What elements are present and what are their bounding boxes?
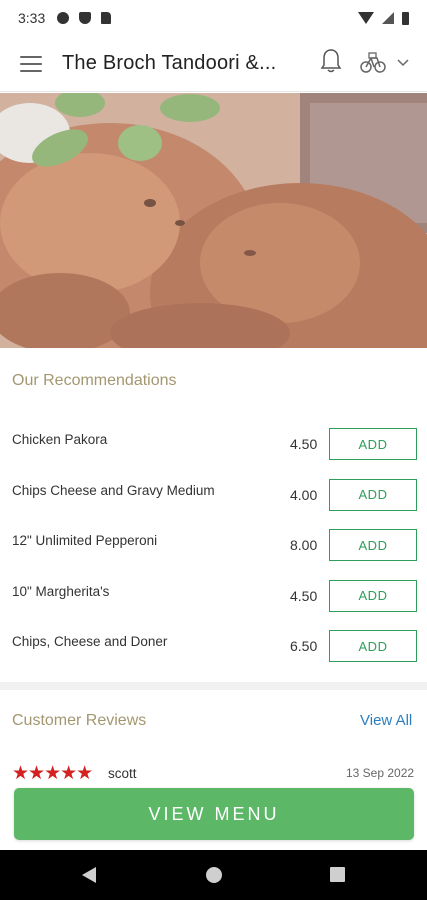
item-name: Chips, Cheese and Doner: [12, 634, 168, 649]
review-author: scott: [108, 766, 137, 781]
list-item: Chips, Cheese and Doner 6.50 ADD: [0, 616, 427, 667]
item-name: 12" Unlimited Pepperoni: [12, 533, 158, 548]
app-title: The Broch Tandoori &...: [62, 52, 277, 74]
app-bar: The Broch Tandoori &...: [0, 36, 427, 92]
wifi-icon: [358, 12, 374, 24]
gear-icon: [57, 12, 70, 24]
item-price: 8.00: [290, 537, 318, 553]
item-price: 4.00: [290, 486, 318, 503]
back-icon[interactable]: [82, 867, 96, 883]
add-button[interactable]: ADD: [329, 630, 417, 662]
status-time: 3:33: [18, 10, 46, 26]
status-bar: 3:33: [0, 0, 427, 36]
view-all-link[interactable]: View All: [360, 712, 412, 729]
recommendations-list: Chicken Pakora 4.50 ADD Chips Cheese and…: [0, 414, 427, 667]
item-price: 4.50: [290, 587, 318, 604]
shield-icon: [79, 12, 92, 24]
sd-card-icon: [101, 12, 112, 24]
chevron-down-icon[interactable]: [396, 56, 410, 70]
list-item: 10" Margherita's 4.50 ADD: [0, 566, 427, 617]
recommendations-title: Our Recommendations: [12, 372, 177, 389]
list-item: Chips Cheese and Gravy Medium 4.00 ADD: [0, 465, 427, 516]
review-date: 13 Sep 2022: [346, 766, 415, 780]
add-button[interactable]: ADD: [329, 478, 417, 511]
system-nav-bar: [0, 850, 427, 900]
delivery-bike-icon[interactable]: [360, 52, 386, 74]
home-icon[interactable]: [206, 867, 222, 883]
view-menu-button[interactable]: VIEW MENU: [14, 788, 414, 840]
rating-stars-icon: ★★★★★: [12, 763, 93, 784]
item-name: 10" Margherita's: [12, 583, 110, 599]
reviews-title: Customer Reviews: [12, 712, 147, 729]
add-button[interactable]: ADD: [329, 529, 417, 561]
battery-icon: [402, 11, 409, 25]
bell-icon[interactable]: [320, 48, 342, 74]
item-name: Chicken Pakora: [12, 432, 108, 447]
item-name: Chips Cheese and Gravy Medium: [12, 482, 215, 498]
hero-image: [0, 93, 427, 348]
item-price: 4.50: [290, 436, 318, 452]
signal-icon: [382, 12, 394, 24]
section-divider: [0, 682, 427, 690]
menu-icon[interactable]: [20, 55, 42, 72]
add-button[interactable]: ADD: [329, 579, 417, 612]
recent-apps-icon[interactable]: [330, 867, 345, 882]
add-button[interactable]: ADD: [329, 428, 417, 460]
list-item: 12" Unlimited Pepperoni 8.00 ADD: [0, 515, 427, 566]
list-item: Chicken Pakora 4.50 ADD: [0, 414, 427, 465]
item-price: 6.50: [290, 638, 318, 654]
